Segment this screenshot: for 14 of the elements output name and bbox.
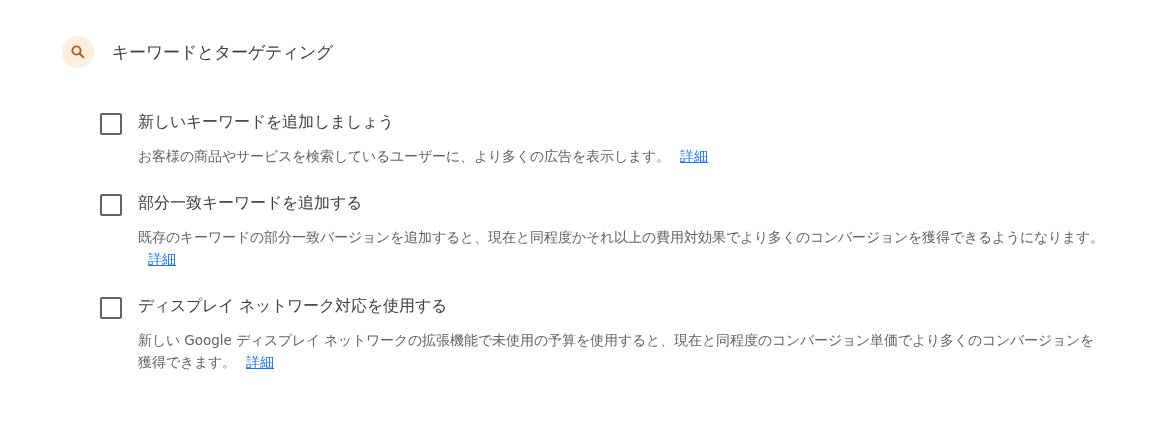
details-link[interactable]: 詳細 — [148, 251, 176, 267]
search-icon — [62, 36, 94, 68]
section-title: キーワードとターゲティング — [112, 40, 333, 64]
option-label: ディスプレイ ネットワーク対応を使用する — [138, 296, 448, 317]
option-label: 部分一致キーワードを追加する — [138, 193, 363, 214]
checkbox[interactable] — [100, 113, 122, 135]
option-description: お客様の商品やサービスを検索しているユーザーに、より多くの広告を表示します。 詳細 — [138, 147, 709, 166]
option-label: 新しいキーワードを追加しましょう — [138, 112, 395, 133]
option-description: 新しい Google ディスプレイ ネットワークの拡張機能で未使用の予算を使用すると、現在と同程度のコンバージョン単価でより多くのコンバージョンを獲得できます。 詳細 — [138, 331, 1096, 372]
details-link[interactable]: 詳細 — [680, 148, 708, 164]
details-link[interactable]: 詳細 — [246, 354, 274, 370]
checkbox[interactable] — [100, 194, 122, 216]
checkbox[interactable] — [100, 297, 122, 319]
option-description: 既存のキーワードの部分一致バージョンを追加すると、現在と同程度かそれ以上の費用対効果でより多くのコンバージョンを獲得できるようになります。 詳細 — [138, 228, 1105, 269]
